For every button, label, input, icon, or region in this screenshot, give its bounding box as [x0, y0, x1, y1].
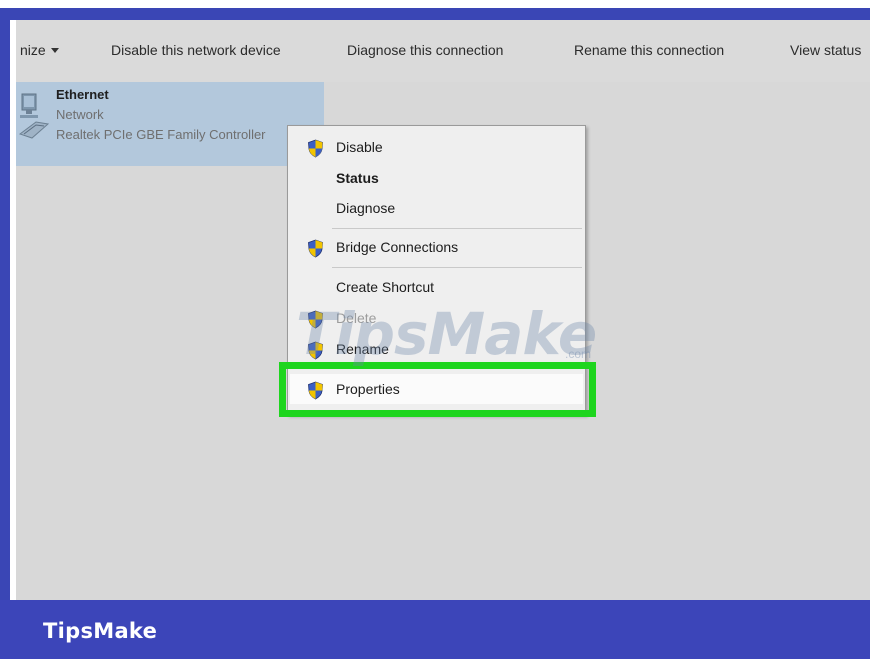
organize-label: nize [20, 42, 46, 58]
view-status-button[interactable]: View status [790, 42, 861, 58]
menu-separator [332, 267, 582, 268]
menu-separator [332, 228, 582, 229]
menu-item-create-shortcut[interactable]: Create Shortcut [288, 274, 585, 302]
top-border [0, 8, 870, 20]
organize-menu-button[interactable]: nize [20, 42, 59, 58]
menu-item-label: Status [336, 170, 379, 186]
command-bar: nize Disable this network device Diagnos… [16, 20, 870, 82]
ethernet-connection-item[interactable]: Ethernet Network Realtek PCIe GBE Family… [16, 82, 324, 166]
menu-item-status[interactable]: Status [288, 165, 585, 193]
shield-icon [308, 239, 323, 258]
diagnose-connection-button[interactable]: Diagnose this connection [347, 42, 503, 58]
connection-device: Realtek PCIe GBE Family Controller [56, 127, 266, 142]
left-border [0, 12, 10, 608]
chevron-down-icon [50, 48, 59, 53]
properties-highlight-box [279, 362, 596, 417]
menu-item-label: Diagnose [336, 200, 396, 216]
footer-brand-logo: TipsMake [43, 619, 158, 643]
watermark-suffix: .com [565, 347, 592, 361]
menu-item-bridge-connections[interactable]: Bridge Connections [288, 234, 585, 262]
image-frame: nize Disable this network device Diagnos… [0, 0, 870, 659]
menu-item-label: Disable [336, 139, 383, 155]
watermark-text: TipsMake [296, 300, 597, 368]
menu-item-diagnose[interactable]: Diagnose [288, 195, 585, 223]
connection-status: Network [56, 107, 104, 122]
network-adapter-icon [18, 93, 50, 139]
connection-name: Ethernet [56, 87, 109, 102]
menu-item-disable[interactable]: Disable [288, 134, 585, 162]
menu-item-label: Bridge Connections [336, 239, 459, 255]
disable-device-button[interactable]: Disable this network device [111, 42, 281, 58]
rename-connection-button[interactable]: Rename this connection [574, 42, 724, 58]
shield-icon [308, 139, 323, 158]
menu-item-label: Create Shortcut [336, 279, 435, 295]
